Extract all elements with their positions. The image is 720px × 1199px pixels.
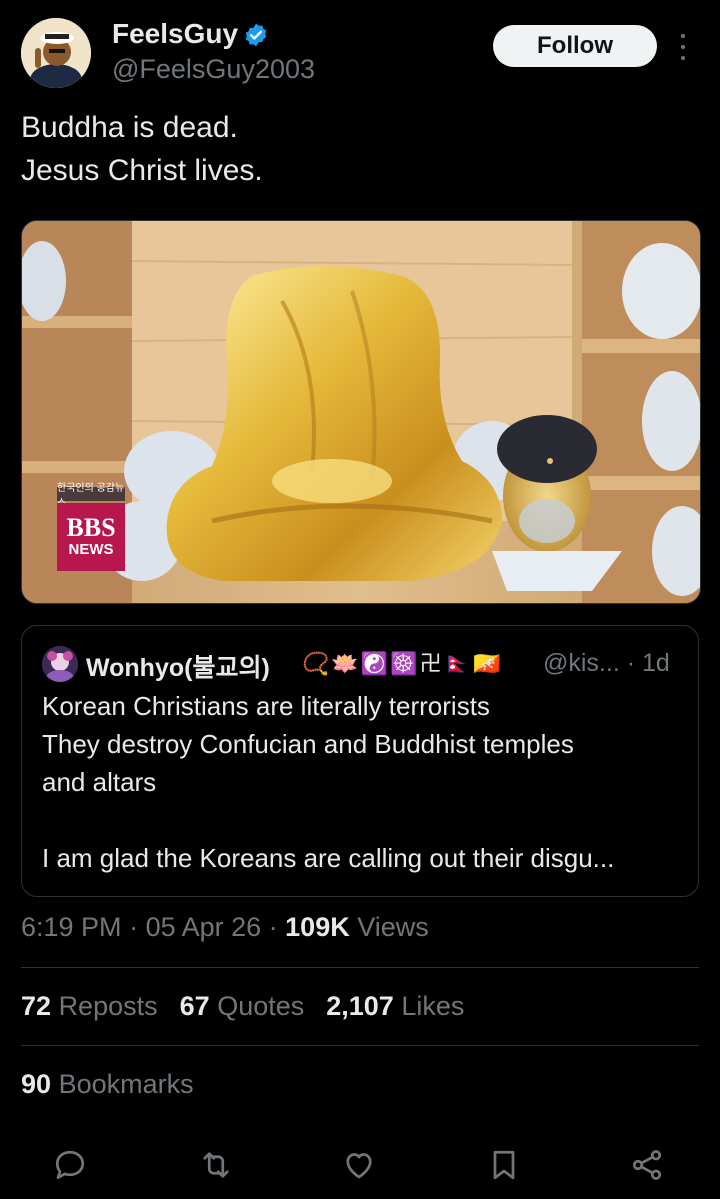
yin-yang-emoji-icon: ☯️ <box>360 651 389 676</box>
views-label: Views <box>357 912 429 942</box>
bhutan-flag-emoji-icon: 🇧🇹 <box>473 651 501 676</box>
quoted-author-handle-time: @kis... · 1d <box>543 649 670 678</box>
author-display-name[interactable]: FeelsGuy <box>112 18 238 50</box>
quoted-author-name[interactable]: Wonhyo(불교의) <box>86 648 270 684</box>
prayer-beads-emoji-icon: 📿 <box>302 651 330 676</box>
bookmarks-stat[interactable]: 90 Bookmarks <box>21 1069 194 1100</box>
quoted-line: They destroy Confucian and Buddhist temp… <box>42 729 574 759</box>
bookmark-icon[interactable] <box>486 1147 522 1183</box>
nepal-flag-emoji-icon: 🇳🇵 <box>443 651 472 676</box>
reply-icon[interactable] <box>52 1147 88 1183</box>
follow-button[interactable]: Follow <box>493 25 657 67</box>
share-icon[interactable] <box>629 1147 665 1183</box>
likes-stat[interactable]: 2,107 Likes <box>326 991 464 1022</box>
quoted-time: · 1d <box>626 649 670 677</box>
bbs-news-logo: BBS NEWS <box>57 503 125 571</box>
quoted-tweet-text: Korean Christians are literally terroris… <box>42 687 682 877</box>
tweet-text: Buddha is dead. Jesus Christ lives. <box>21 106 263 192</box>
quoted-handle: @kis... <box>543 649 620 677</box>
verified-badge-icon <box>243 22 269 48</box>
quoted-line: I am glad the Koreans are calling out th… <box>42 843 615 873</box>
divider <box>21 967 699 968</box>
quotes-stat[interactable]: 67 Quotes <box>180 991 305 1022</box>
engagement-stats: 72 Reposts 67 Quotes 2,107 Likes <box>21 991 464 1022</box>
more-options-icon[interactable] <box>676 34 690 60</box>
bbs-watermark-tagline: 한국인의 공감뉴스 <box>57 483 125 509</box>
quoted-line: and altars <box>42 767 157 797</box>
lotus-emoji-icon: 🪷 <box>331 651 359 676</box>
tweet-timestamp-views: 6:19 PM · 05 Apr 26 · 109K Views <box>21 912 429 942</box>
tweet-time[interactable]: 6:19 PM <box>21 912 122 942</box>
reposts-stat[interactable]: 72 Reposts <box>21 991 158 1022</box>
author-avatar[interactable] <box>21 18 91 88</box>
tweet-date[interactable]: 05 Apr 26 <box>146 912 262 942</box>
repost-icon[interactable] <box>198 1147 234 1183</box>
tweet-line: Jesus Christ lives. <box>21 154 263 187</box>
quoted-author-emojis: 📿 🪷 ☯️ ☸️ 卍 🇳🇵 🇧🇹 <box>302 650 500 678</box>
manji-emoji-icon: 卍 <box>419 651 442 676</box>
views-count: 109K <box>285 912 350 942</box>
tweet-line: Buddha is dead. <box>21 111 238 144</box>
divider <box>21 1045 699 1046</box>
dharma-wheel-emoji-icon: ☸️ <box>390 651 418 676</box>
quoted-line: Korean Christians are literally terroris… <box>42 691 490 721</box>
author-handle[interactable]: @FeelsGuy2003 <box>112 54 315 85</box>
like-icon[interactable] <box>341 1147 377 1183</box>
quoted-line <box>42 801 682 839</box>
quoted-author-avatar[interactable] <box>42 646 78 682</box>
